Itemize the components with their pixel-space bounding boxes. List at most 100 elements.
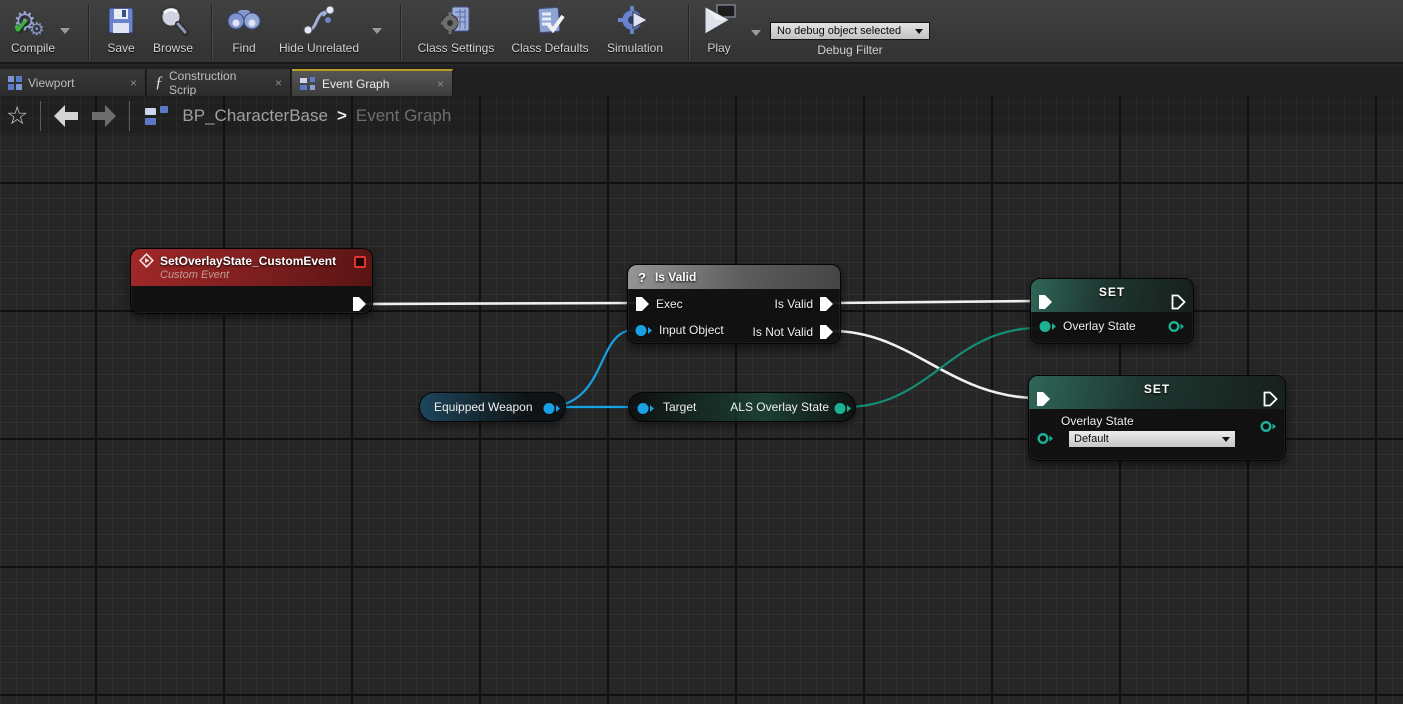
- input-object-pin-label: Input Object: [659, 323, 724, 337]
- exec-in-pin[interactable]: [1036, 391, 1051, 407]
- save-icon: [105, 2, 137, 40]
- play-button[interactable]: Play: [696, 2, 742, 62]
- overlay-state-value: Default: [1074, 433, 1216, 445]
- tab-construction-script[interactable]: Construction Scrip ×: [147, 69, 291, 96]
- simulation-icon: [618, 2, 652, 40]
- is-not-valid-out-pin[interactable]: Is Not Valid: [753, 324, 834, 340]
- hide-unrelated-icon: [301, 2, 337, 40]
- node-als-overlay-state[interactable]: Target ALS Overlay State: [628, 392, 856, 422]
- event-graph-canvas[interactable]: BP_CharacterBase > Event Graph SetOverla…: [0, 96, 1403, 704]
- simulation-label: Simulation: [607, 41, 663, 55]
- question-mark-icon: ?: [628, 270, 646, 285]
- hide-unrelated-button[interactable]: Hide Unrelated: [272, 2, 366, 62]
- tab-viewport-label: Viewport: [28, 76, 74, 90]
- set-header: SET: [1029, 376, 1285, 409]
- exec-in-pin[interactable]: Exec: [635, 296, 683, 312]
- toolbar-separator: [400, 4, 402, 60]
- is-valid-out-label: Is Valid: [775, 297, 813, 311]
- gear-icon: [37, 11, 53, 32]
- custom-event-subtitle: Custom Event: [131, 268, 372, 281]
- custom-event-title: SetOverlayState_CustomEvent: [160, 254, 336, 268]
- exec-out-pin[interactable]: [1171, 294, 1186, 310]
- node-equipped-weapon[interactable]: Equipped Weapon: [419, 392, 566, 422]
- is-valid-out-pin[interactable]: Is Valid: [775, 296, 834, 312]
- simulation-button[interactable]: Simulation: [598, 2, 672, 62]
- hide-unrelated-label: Hide Unrelated: [279, 41, 359, 55]
- overlay-state-pin-label: Overlay State: [1063, 319, 1136, 333]
- debug-object-combo-value: No debug object selected: [777, 25, 915, 37]
- node-set-overlay-state-2[interactable]: SET Overlay State Default: [1028, 375, 1286, 461]
- exec-out-pin[interactable]: [352, 296, 367, 312]
- overlay-state-out-pin[interactable]: [1260, 420, 1277, 433]
- is-valid-title: Is Valid: [646, 270, 696, 284]
- browse-label: Browse: [153, 41, 193, 55]
- equipped-weapon-label: Equipped Weapon: [420, 400, 533, 414]
- set-header: SET: [1031, 279, 1193, 312]
- node-is-valid[interactable]: ? Is Valid Exec Input Object Is Valid Is…: [627, 264, 841, 344]
- event-graph-icon: [300, 77, 316, 90]
- tab-event-graph[interactable]: Event Graph ×: [292, 69, 453, 96]
- class-defaults-button[interactable]: Class Defaults: [504, 2, 596, 62]
- compile-options-arrow-icon[interactable]: [60, 28, 70, 34]
- class-defaults-icon: [533, 2, 567, 40]
- node-custom-event[interactable]: SetOverlayState_CustomEvent Custom Event: [130, 248, 373, 314]
- custom-event-header: SetOverlayState_CustomEvent Custom Event: [131, 249, 372, 286]
- overlay-state-value-dropdown[interactable]: Default: [1068, 430, 1236, 448]
- is-valid-header: ? Is Valid: [628, 265, 840, 289]
- overlay-state-in-pin[interactable]: [1037, 432, 1054, 445]
- set-title: SET: [1031, 279, 1193, 299]
- class-settings-label: Class Settings: [418, 41, 495, 55]
- exec-in-pin[interactable]: [1038, 294, 1053, 310]
- wire-exec-isnotvalid-to-set2: [832, 331, 1038, 398]
- exec-out-pin[interactable]: [1263, 391, 1278, 407]
- tab-close-icon[interactable]: ×: [427, 77, 444, 91]
- input-object-pin[interactable]: Input Object: [635, 323, 724, 337]
- play-options-arrow-icon[interactable]: [751, 30, 761, 36]
- toolbar-separator: [211, 4, 213, 60]
- enum-out-pin[interactable]: [834, 402, 852, 415]
- custom-event-icon: [139, 253, 154, 268]
- find-icon: [226, 2, 262, 40]
- function-icon: [155, 74, 163, 92]
- toolbar-separator: [88, 4, 90, 60]
- main-toolbar: Compile Save Browse Find: [0, 0, 1403, 64]
- compile-label: Compile: [11, 41, 55, 55]
- target-in-pin[interactable]: [637, 402, 655, 415]
- debug-filter-label: Debug Filter: [770, 43, 930, 57]
- event-enabled-indicator[interactable]: [354, 256, 366, 268]
- combo-arrow-icon: [915, 29, 923, 34]
- class-settings-button[interactable]: Class Settings: [412, 2, 500, 62]
- browse-icon: [156, 2, 190, 40]
- viewport-icon: [8, 76, 22, 90]
- is-not-valid-out-label: Is Not Valid: [753, 325, 813, 339]
- exec-pin-label: Exec: [656, 297, 683, 311]
- tab-close-icon[interactable]: ×: [120, 76, 137, 90]
- find-label: Find: [232, 41, 255, 55]
- play-icon: [699, 2, 739, 40]
- tab-viewport[interactable]: Viewport ×: [0, 69, 146, 96]
- hide-unrelated-options-arrow-icon[interactable]: [372, 28, 382, 34]
- compile-button[interactable]: Compile: [4, 2, 62, 62]
- compile-icon: [11, 2, 55, 40]
- toolbar-separator: [688, 4, 690, 60]
- node-set-overlay-state-1[interactable]: SET Overlay State: [1030, 278, 1194, 344]
- class-settings-icon: [439, 2, 473, 40]
- browse-button[interactable]: Browse: [146, 2, 200, 62]
- dropdown-arrow-icon: [1222, 437, 1230, 442]
- tab-close-icon[interactable]: ×: [265, 76, 282, 90]
- wire-exec-event-to-isvalid: [362, 303, 636, 304]
- debug-object-combo[interactable]: No debug object selected: [770, 22, 930, 40]
- overlay-state-in-pin[interactable]: Overlay State: [1039, 319, 1136, 333]
- play-label: Play: [707, 41, 730, 55]
- save-label: Save: [107, 41, 134, 55]
- class-defaults-label: Class Defaults: [511, 41, 588, 55]
- set-title: SET: [1029, 376, 1285, 396]
- wire-object-equippedweapon-to-inputobject: [550, 330, 634, 407]
- save-button[interactable]: Save: [98, 2, 144, 62]
- overlay-state-out-pin[interactable]: [1168, 320, 1185, 333]
- object-out-pin[interactable]: [543, 402, 561, 415]
- overlay-state-pin-label: Overlay State: [1061, 414, 1134, 428]
- blueprint-editor-window: Compile Save Browse Find: [0, 0, 1403, 704]
- find-button[interactable]: Find: [220, 2, 268, 62]
- wire-exec-isvalid-to-set1: [832, 301, 1038, 303]
